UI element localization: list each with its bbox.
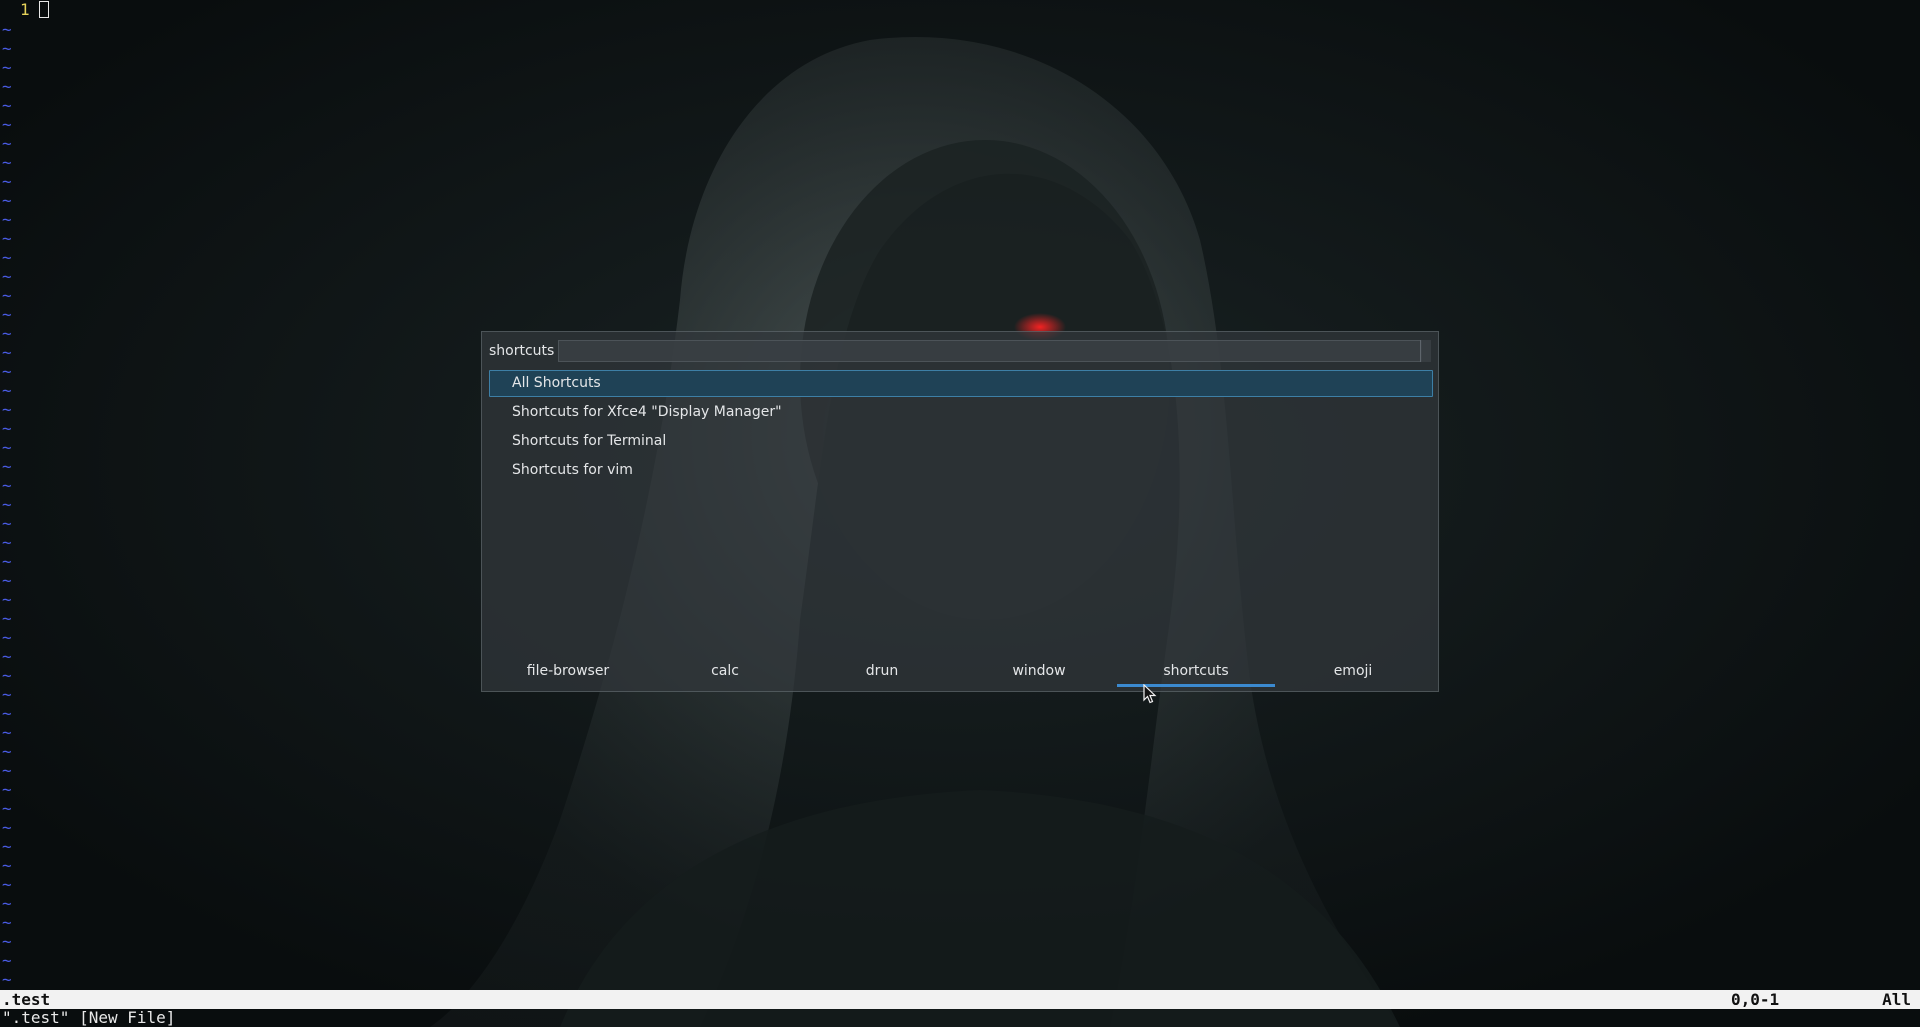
tab-calc[interactable]: calc [646, 662, 804, 686]
empty-line-tilde: ~ [2, 20, 12, 39]
tab-window[interactable]: window [960, 662, 1118, 686]
status-cursor-position: 0,0-1 [1731, 990, 1780, 1009]
empty-line-tilde: ~ [2, 913, 12, 932]
empty-line-tilde: ~ [2, 723, 12, 742]
empty-line-tilde: ~ [2, 96, 12, 115]
empty-line-tilde: ~ [2, 951, 12, 970]
empty-line-tilde: ~ [2, 552, 12, 571]
empty-line-tilde: ~ [2, 780, 12, 799]
empty-line-tilde: ~ [2, 837, 12, 856]
empty-line-tilde: ~ [2, 571, 12, 590]
empty-line-tilde: ~ [2, 476, 12, 495]
tab-file-browser[interactable]: file-browser [489, 662, 647, 686]
mode-prompt-label: shortcuts [489, 343, 555, 359]
empty-line-tilde: ~ [2, 172, 12, 191]
result-item-xfce4-display-manager[interactable]: Shortcuts for Xfce4 "Display Manager" [489, 399, 1433, 426]
empty-line-tilde: ~ [2, 39, 12, 58]
empty-line-tilde: ~ [2, 818, 12, 837]
empty-line-tilde: ~ [2, 685, 12, 704]
empty-line-tilde: ~ [2, 590, 12, 609]
empty-line-tilde: ~ [2, 58, 12, 77]
result-item-all-shortcuts[interactable]: All Shortcuts [489, 370, 1433, 397]
empty-line-tilde: ~ [2, 267, 12, 286]
mode-switcher: file-browser calc drun window shortcuts … [482, 662, 1440, 687]
empty-line-tilde: ~ [2, 704, 12, 723]
empty-line-tilde: ~ [2, 628, 12, 647]
empty-line-tilde: ~ [2, 77, 12, 96]
empty-line-tilde: ~ [2, 875, 12, 894]
empty-line-tilde: ~ [2, 153, 12, 172]
empty-line-tilde: ~ [2, 229, 12, 248]
tab-shortcuts[interactable]: shortcuts [1117, 662, 1275, 687]
line-number: 1 [20, 0, 30, 19]
result-label: Shortcuts for Xfce4 "Display Manager" [512, 404, 782, 420]
empty-line-tilde: ~ [2, 286, 12, 305]
result-label: Shortcuts for Terminal [512, 433, 667, 449]
empty-line-tilde: ~ [2, 970, 12, 989]
empty-line-tilde: ~ [2, 191, 12, 210]
empty-line-tilde: ~ [2, 343, 12, 362]
vim-status-line: .test 0,0-1 All [0, 990, 1920, 1009]
tab-drun[interactable]: drun [803, 662, 961, 686]
vim-message-line: ".test" [New File] [2, 1008, 176, 1027]
launcher-window[interactable]: shortcuts All Shortcuts Shortcuts for Xf… [481, 331, 1439, 692]
status-scroll-indicator: All [1882, 990, 1911, 1009]
empty-line-tilde: ~ [2, 533, 12, 552]
empty-line-tilde: ~ [2, 457, 12, 476]
empty-line-tilde: ~ [2, 799, 12, 818]
empty-line-tilde: ~ [2, 666, 12, 685]
empty-line-tilde: ~ [2, 210, 12, 229]
mouse-pointer-icon [1143, 684, 1157, 704]
empty-line-tilde: ~ [2, 742, 12, 761]
empty-line-tilde: ~ [2, 248, 12, 267]
results-list: All Shortcuts Shortcuts for Xfce4 "Displ… [489, 370, 1433, 486]
search-input[interactable] [558, 340, 1422, 362]
empty-line-tilde: ~ [2, 495, 12, 514]
result-item-terminal[interactable]: Shortcuts for Terminal [489, 428, 1433, 455]
text-cursor [39, 1, 49, 18]
result-label: All Shortcuts [512, 375, 601, 391]
empty-line-tilde: ~ [2, 761, 12, 780]
empty-line-tilde: ~ [2, 514, 12, 533]
tab-emoji[interactable]: emoji [1274, 662, 1432, 686]
result-label: Shortcuts for vim [512, 462, 633, 478]
empty-line-tilde: ~ [2, 419, 12, 438]
empty-line-tilde: ~ [2, 438, 12, 457]
empty-line-tilde: ~ [2, 362, 12, 381]
empty-line-tilde: ~ [2, 647, 12, 666]
empty-line-tilde: ~ [2, 305, 12, 324]
empty-line-tilde: ~ [2, 609, 12, 628]
empty-line-tilde: ~ [2, 894, 12, 913]
empty-line-tilde: ~ [2, 115, 12, 134]
empty-line-tilde: ~ [2, 932, 12, 951]
empty-line-tilde: ~ [2, 400, 12, 419]
result-item-vim[interactable]: Shortcuts for vim [489, 457, 1433, 484]
empty-line-tilde: ~ [2, 381, 12, 400]
status-filename: .test [2, 990, 51, 1009]
editor-line-1[interactable]: 1 [0, 0, 49, 19]
empty-line-tilde: ~ [2, 324, 12, 343]
empty-line-tilde: ~ [2, 856, 12, 875]
search-input-scroll-edge [1420, 340, 1431, 362]
empty-line-tilde: ~ [2, 134, 12, 153]
